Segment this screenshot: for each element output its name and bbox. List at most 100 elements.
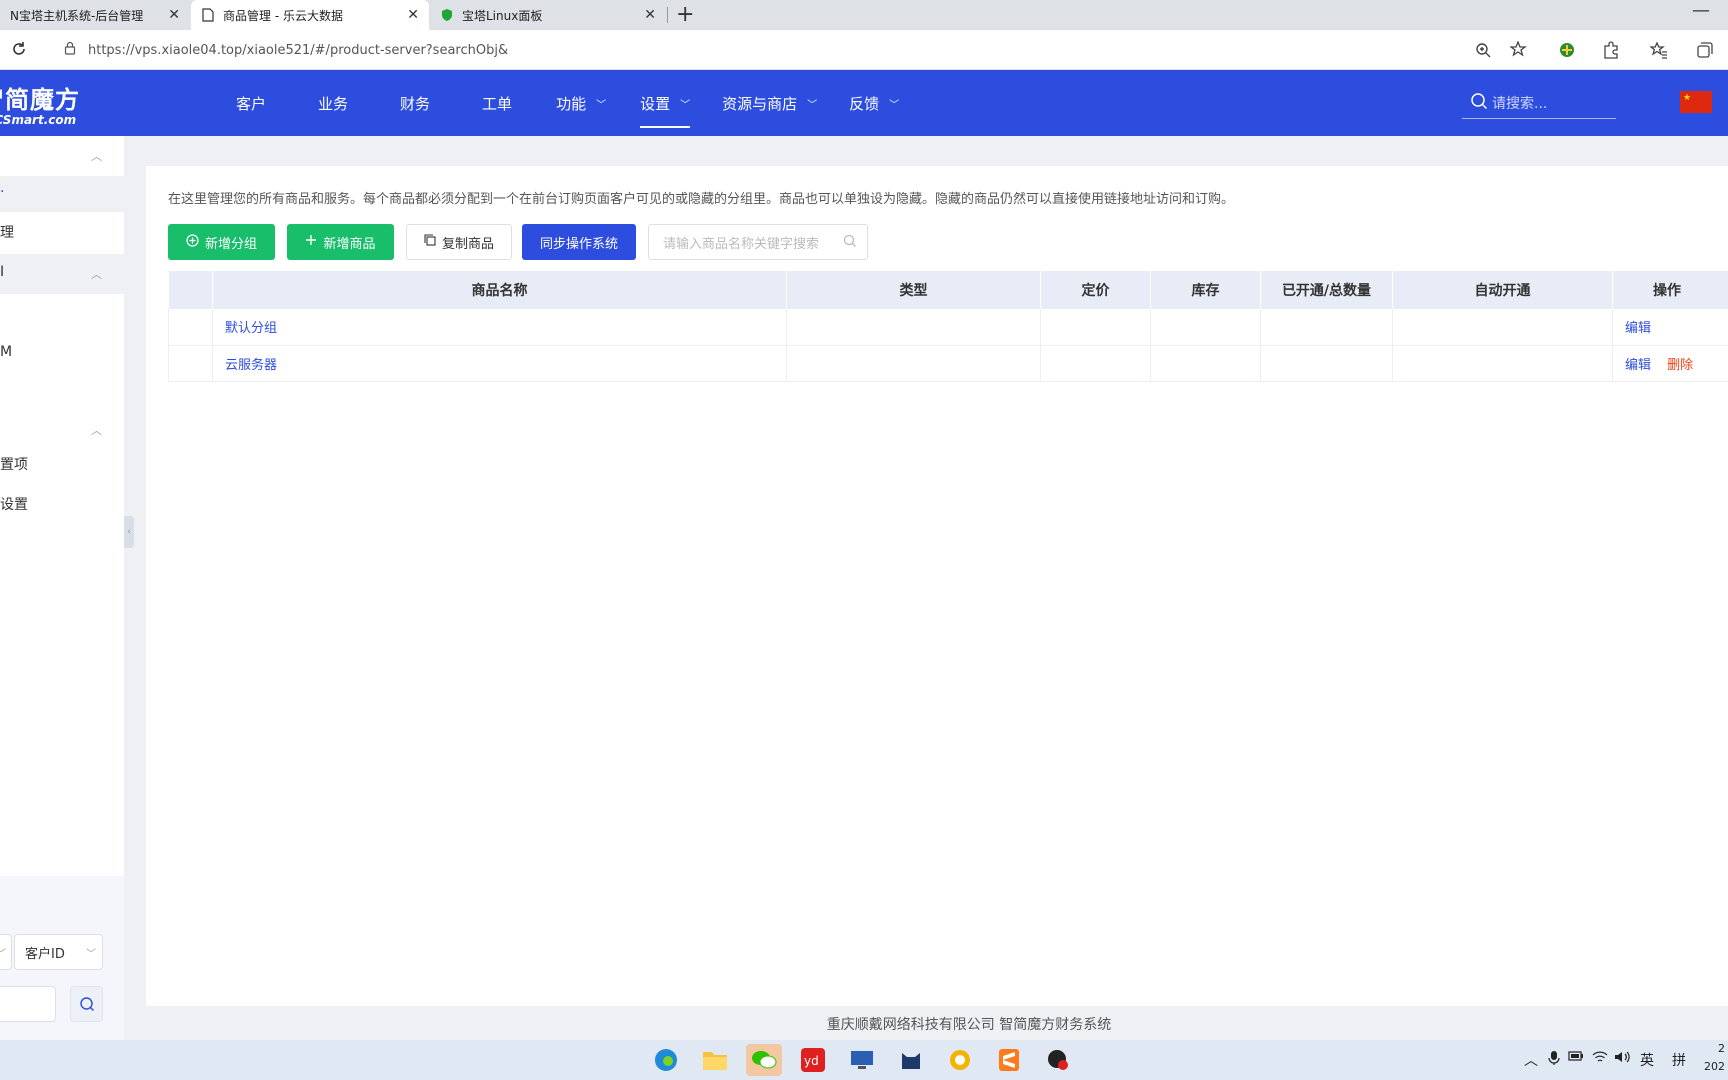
close-icon[interactable]: ✕ — [407, 7, 419, 23]
table-cell — [786, 345, 1041, 382]
tab-title: 宝塔Linux面板 — [462, 8, 543, 23]
header-search[interactable]: 请搜索... — [1462, 87, 1616, 119]
extension-icon[interactable] — [1558, 41, 1576, 59]
sidebar-group-header[interactable]: I ︿ — [0, 254, 124, 294]
microphone-icon[interactable] — [1548, 1050, 1560, 1070]
table-header-cell: 已开通/总数量 — [1260, 271, 1393, 309]
table-header-cell: 自动开通 — [1392, 271, 1613, 309]
sync-os-button[interactable]: 同步操作系统 — [522, 224, 636, 260]
wechat-icon[interactable] — [746, 1044, 782, 1076]
clock-date: 202 — [1704, 1060, 1725, 1073]
copy-product-button[interactable]: 复制商品 — [406, 224, 512, 260]
china-flag-icon[interactable]: ★ — [1680, 91, 1712, 113]
filter-type-value: 客户ID — [25, 946, 65, 962]
nav-label: 业务 — [318, 94, 349, 113]
ime-language[interactable]: 英 — [1640, 1050, 1654, 1070]
logo[interactable]: 智简魔方 IDCSmart.com — [0, 80, 80, 127]
remote-desktop-icon[interactable] — [844, 1044, 880, 1076]
chevron-down-icon: ﹀ — [807, 99, 818, 111]
extensions-puzzle-icon[interactable] — [1602, 41, 1620, 59]
table-header-cell: 库存 — [1150, 271, 1261, 309]
sidebar-item[interactable]: M — [0, 338, 124, 374]
table-cell — [1040, 345, 1151, 382]
shield-icon — [440, 8, 454, 22]
favorites-icon[interactable] — [1650, 41, 1668, 59]
product-name-link[interactable]: 云服务器 — [225, 358, 277, 373]
sidebar-item[interactable]: 置项 — [0, 454, 124, 490]
nav-item-resources[interactable]: 资源与商店 ﹀ — [722, 70, 817, 136]
tray-overflow-icon[interactable]: ︿ — [1524, 1050, 1538, 1070]
plus-icon — [305, 234, 317, 250]
table-row: 默认分组 编辑 — [168, 309, 1728, 346]
close-icon[interactable]: ✕ — [644, 7, 656, 23]
sidebar-item-label: 理 — [0, 225, 14, 241]
nav-item-settings[interactable]: 设置 ﹀ — [640, 70, 691, 136]
os-taskbar: yd ︿ 英 拼 2 202 — [0, 1040, 1728, 1080]
product-search-input[interactable]: 请输入商品名称关键字搜索 — [648, 224, 868, 260]
nav-item-tickets[interactable]: 工单 — [482, 70, 512, 136]
youdao-icon[interactable]: yd — [795, 1044, 831, 1076]
minimize-icon[interactable]: — — [1692, 0, 1710, 21]
photos-icon[interactable] — [942, 1044, 978, 1076]
url-text: https://vps.xiaole04.top/xiaole521/#/pro… — [88, 42, 509, 58]
nav-item-customers[interactable]: 客户 — [236, 70, 266, 136]
table-cell — [1392, 309, 1613, 346]
sidebar-item[interactable]: 理 — [0, 214, 124, 250]
edit-link[interactable]: 编辑 — [1625, 321, 1651, 336]
favorite-add-icon[interactable] — [1510, 41, 1528, 59]
ime-mode[interactable]: 拼 — [1672, 1050, 1686, 1070]
zoom-icon[interactable] — [1474, 41, 1492, 59]
recorder-icon[interactable] — [1040, 1044, 1076, 1076]
table-row: 云服务器 编辑 删除 — [168, 345, 1728, 382]
button-label: 复制商品 — [441, 236, 494, 252]
browser-tab-active[interactable]: 商品管理 - 乐云大数据 ✕ — [191, 0, 429, 30]
table-cell — [1040, 309, 1151, 346]
sidebar-group-header[interactable]: ︿ — [0, 410, 124, 450]
group-name-link[interactable]: 默认分组 — [225, 321, 277, 336]
nav-item-feedback[interactable]: 反馈 ﹀ — [849, 70, 899, 136]
nav-label: 资源与商店 — [722, 94, 798, 113]
collections-icon[interactable] — [1696, 41, 1714, 59]
nav-item-business[interactable]: 业务 — [318, 70, 348, 136]
close-icon[interactable]: ✕ — [168, 7, 180, 23]
table-cell — [168, 309, 213, 346]
sidebar-collapse-handle[interactable]: ‹ — [124, 516, 134, 548]
sidebar-item[interactable]: 设置 — [0, 494, 124, 530]
add-product-button[interactable]: 新增商品 — [287, 224, 394, 260]
chevron-left-icon: ‹ — [127, 527, 131, 537]
table-cell: 编辑 — [1612, 309, 1728, 346]
chevron-down-icon: ﹀ — [889, 99, 900, 111]
sidebar-group-header[interactable]: ︿ — [0, 136, 124, 176]
nav-label: 财务 — [400, 94, 431, 113]
nav-item-features[interactable]: 功能 ﹀ — [556, 70, 606, 136]
wifi-icon[interactable] — [1592, 1050, 1608, 1068]
edge-icon[interactable] — [648, 1044, 684, 1076]
sublime-icon[interactable] — [991, 1044, 1027, 1076]
sidebar-select-left[interactable]: ﹀ — [0, 934, 12, 970]
browser-tab[interactable]: 宝塔Linux面板 ✕ — [430, 0, 666, 30]
sidebar-item-active[interactable]: · — [0, 176, 124, 212]
reload-icon[interactable] — [10, 40, 28, 62]
battery-icon[interactable] — [1568, 1050, 1584, 1066]
nav-item-finance[interactable]: 财务 — [400, 70, 430, 136]
edit-link[interactable]: 编辑 — [1625, 358, 1651, 373]
nav-label: 反馈 — [849, 94, 880, 113]
new-tab-icon[interactable]: + — [676, 2, 694, 27]
logo-text: 智简魔方 — [0, 86, 80, 114]
volume-icon[interactable] — [1614, 1050, 1630, 1068]
chevron-down-icon: ﹀ — [596, 99, 607, 111]
table-cell — [168, 345, 213, 382]
add-group-button[interactable]: 新增分组 — [168, 224, 275, 260]
tab-title: N宝塔主机系统-后台管理 — [10, 8, 144, 23]
search-icon[interactable] — [843, 234, 857, 252]
url-field[interactable]: https://vps.xiaole04.top/xiaole521/#/pro… — [48, 35, 1528, 65]
browser-tab[interactable]: N宝塔主机系统-后台管理 ✕ — [0, 0, 190, 30]
delete-link[interactable]: 删除 — [1667, 358, 1693, 373]
svg-text:yd: yd — [804, 1054, 819, 1068]
active-marker: · — [0, 184, 5, 200]
filter-type-select[interactable]: 客户ID ﹀ — [14, 934, 103, 970]
table-cell — [1150, 309, 1261, 346]
file-explorer-icon[interactable] — [697, 1044, 733, 1076]
cat-app-icon[interactable] — [893, 1044, 929, 1076]
table-cell — [1260, 309, 1393, 346]
